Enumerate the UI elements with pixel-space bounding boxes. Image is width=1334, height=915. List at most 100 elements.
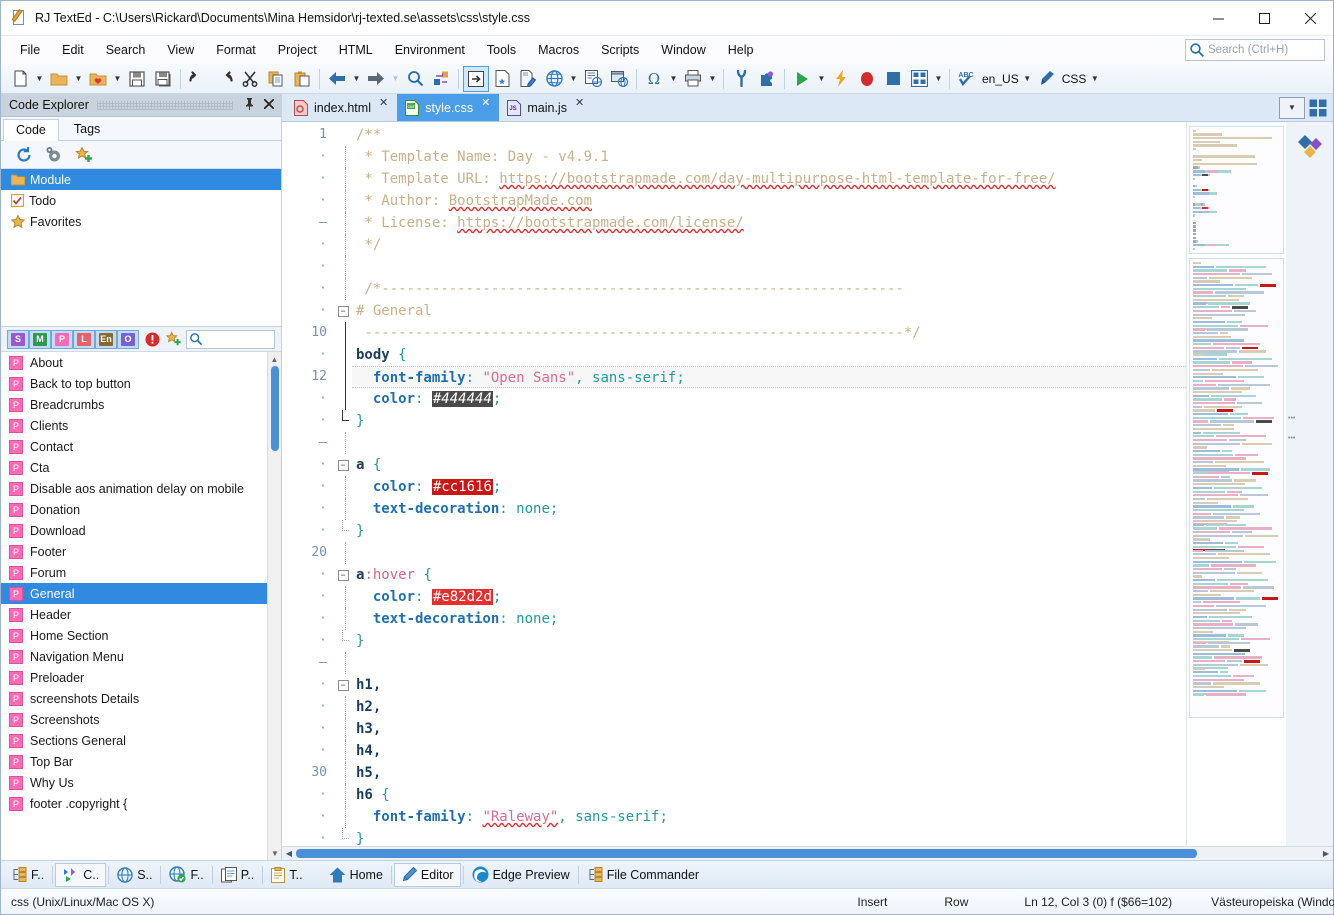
symbol-list-item[interactable]: PDisable aos animation delay on mobile xyxy=(1,478,281,499)
code-minimap[interactable] xyxy=(1186,122,1286,846)
code-line[interactable]: */ xyxy=(352,234,1186,256)
symbol-list-item[interactable]: PTop Bar xyxy=(1,751,281,772)
code-line[interactable]: } xyxy=(352,520,1186,542)
new-file-dropdown-icon[interactable]: ▼ xyxy=(33,66,46,92)
tools-icon[interactable] xyxy=(728,66,754,92)
record-macro-icon[interactable] xyxy=(854,66,880,92)
globe-icon[interactable] xyxy=(541,66,567,92)
view-button-home[interactable]: Home xyxy=(323,863,389,887)
fold-minus-icon[interactable]: − xyxy=(338,460,349,471)
code-line[interactable]: * Template Name: Day - v4.9.1 xyxy=(352,146,1186,168)
status-selection-mode[interactable]: Row xyxy=(944,895,968,909)
forward-icon[interactable] xyxy=(363,66,389,92)
menu-help[interactable]: Help xyxy=(717,39,765,61)
menu-macros[interactable]: Macros xyxy=(527,39,590,61)
add-favorite-icon[interactable] xyxy=(71,142,97,168)
fold-column[interactable]: − − − − xyxy=(334,122,352,846)
code-line[interactable]: font-family: "Open Sans", sans-serif; xyxy=(352,366,1186,388)
symbol-list-item[interactable]: PDownload xyxy=(1,520,281,541)
code-line[interactable]: h1, xyxy=(352,674,1186,696)
view-button-file-commander[interactable]: File Commander xyxy=(581,863,705,887)
filter-chip-p[interactable]: P xyxy=(51,330,73,349)
editor-tab-main-js[interactable]: JS main.js ✕ xyxy=(499,94,593,121)
run-icon[interactable] xyxy=(789,66,815,92)
menu-tools[interactable]: Tools xyxy=(476,39,527,61)
edit-doc-icon[interactable] xyxy=(515,66,541,92)
special-char-dropdown-icon[interactable]: ▼ xyxy=(667,66,680,92)
global-search-box[interactable]: Search (Ctrl+H) xyxy=(1185,39,1325,61)
scroll-down-icon[interactable]: ▼ xyxy=(268,846,281,860)
symbol-list-item[interactable]: PHeader xyxy=(1,604,281,625)
code-line[interactable]: * Template URL: https://bootstrapmade.co… xyxy=(352,168,1186,190)
code-line[interactable]: # General xyxy=(352,300,1186,322)
symbol-list-item[interactable]: PClients xyxy=(1,415,281,436)
hscroll-thumb[interactable] xyxy=(296,849,1197,858)
fold-minus-icon[interactable]: − xyxy=(338,570,349,581)
open-favorites-dropdown-icon[interactable]: ▼ xyxy=(111,66,124,92)
special-char-icon[interactable]: Ω xyxy=(641,66,667,92)
code-line[interactable]: color: #e82d2d; xyxy=(352,586,1186,608)
code-line[interactable]: /** xyxy=(352,124,1186,146)
filter-chip-o[interactable]: O xyxy=(117,330,139,349)
symbol-list-item[interactable]: PFooter xyxy=(1,541,281,562)
copy-icon[interactable] xyxy=(263,66,289,92)
symbol-list-item[interactable]: PWhy Us xyxy=(1,772,281,793)
code-line[interactable]: /*--------------------------------------… xyxy=(352,278,1186,300)
spell-language-label[interactable]: en_US xyxy=(980,72,1021,86)
tab-tags[interactable]: Tags xyxy=(61,118,113,140)
close-panel-icon[interactable] xyxy=(261,98,277,112)
menu-scripts[interactable]: Scripts xyxy=(590,39,650,61)
bottom-button-clipboard[interactable]: T.. xyxy=(265,863,308,887)
error-icon[interactable] xyxy=(145,332,160,347)
symbol-list-item[interactable]: PPreloader xyxy=(1,667,281,688)
scroll-thumb[interactable] xyxy=(271,366,279,451)
bottom-button-ftp[interactable]: F.. xyxy=(163,863,209,887)
editor-horizontal-scrollbar[interactable]: ◀ ▶ xyxy=(282,846,1333,860)
fold-toggle-icon[interactable]: − xyxy=(334,300,352,322)
stop-icon[interactable] xyxy=(880,66,906,92)
code-line[interactable] xyxy=(352,256,1186,278)
filter-chip-l[interactable]: L xyxy=(73,330,95,349)
symbol-search-input[interactable] xyxy=(186,330,275,349)
code-line[interactable]: h4, xyxy=(352,740,1186,762)
symbol-list-item[interactable]: PScreenshots xyxy=(1,709,281,730)
filter-chip-m[interactable]: M xyxy=(29,330,51,349)
view-button-edge-preview[interactable]: Edge Preview xyxy=(466,863,576,887)
menu-edit[interactable]: Edit xyxy=(51,39,95,61)
symbol-list-item[interactable]: PHome Section xyxy=(1,625,281,646)
bottom-button-code-explorer[interactable]: C.. xyxy=(55,863,106,887)
open-folder-dropdown-icon[interactable]: ▼ xyxy=(72,66,85,92)
bottom-button-site[interactable]: S.. xyxy=(111,863,158,887)
paste-icon[interactable] xyxy=(289,66,315,92)
view-button-editor[interactable]: Editor xyxy=(394,863,461,887)
fold-toggle-icon[interactable]: − xyxy=(334,674,352,696)
menu-search[interactable]: Search xyxy=(95,39,157,61)
code-line[interactable]: } xyxy=(352,410,1186,432)
code-line[interactable]: h3, xyxy=(352,718,1186,740)
code-line[interactable]: * License: https://bootstrapmade.com/lic… xyxy=(352,212,1186,234)
code-line[interactable]: } xyxy=(352,630,1186,652)
symbol-list-item[interactable]: PSections General xyxy=(1,730,281,751)
redo-icon[interactable] xyxy=(211,66,237,92)
editor-tab-index-html[interactable]: index.html ✕ xyxy=(286,94,397,121)
close-tab-icon[interactable]: ✕ xyxy=(376,96,391,109)
code-line[interactable]: text-decoration: none; xyxy=(352,498,1186,520)
scroll-right-icon[interactable]: ▶ xyxy=(1319,849,1333,858)
symbol-list-item[interactable]: PDonation xyxy=(1,499,281,520)
scroll-up-icon[interactable]: ▲ xyxy=(268,352,281,366)
filter-chip-en[interactable]: En xyxy=(95,330,117,349)
symbol-list-item[interactable]: PAbout xyxy=(1,352,281,373)
tab-list-dropdown-icon[interactable]: ▼ xyxy=(1279,97,1305,119)
code-line[interactable]: text-decoration: none; xyxy=(352,608,1186,630)
code-line[interactable]: a { xyxy=(352,454,1186,476)
open-favorites-icon[interactable] xyxy=(85,66,111,92)
symbol-list-item[interactable]: PContact xyxy=(1,436,281,457)
code-line[interactable]: h2, xyxy=(352,696,1186,718)
code-line[interactable] xyxy=(352,652,1186,674)
symbol-list-item[interactable]: PBack to top button xyxy=(1,373,281,394)
fold-toggle-icon[interactable]: − xyxy=(334,454,352,476)
globe-dropdown-icon[interactable]: ▼ xyxy=(567,66,580,92)
new-file-icon[interactable] xyxy=(7,66,33,92)
close-tab-icon[interactable]: ✕ xyxy=(572,96,587,109)
editor-tab-style-css[interactable]: css style.css ✕ xyxy=(397,94,499,121)
